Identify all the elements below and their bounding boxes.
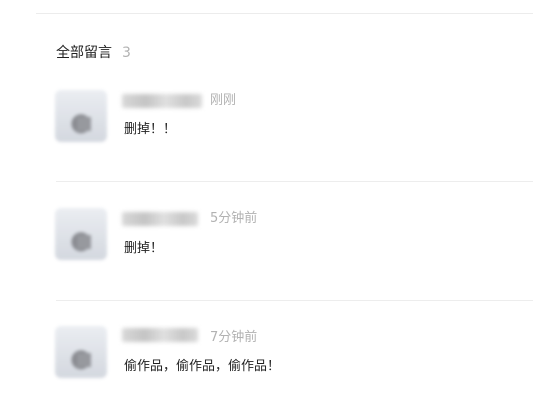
top-divider	[36, 13, 533, 14]
comments-header: 全部留言 3	[56, 44, 131, 62]
comment-time: 5分钟前	[210, 211, 258, 226]
comments-count: 3	[122, 45, 131, 61]
commenter-name[interactable]	[122, 212, 198, 226]
commenter-avatar[interactable]	[55, 208, 107, 260]
comment-time: 7分钟前	[210, 330, 258, 345]
commenter-avatar[interactable]	[55, 326, 107, 378]
comments-page: 全部留言 3 刚刚 删掉！！ 5分钟前 删掉！ 7分钟前 偷作品，偷作品，偷作品！	[0, 0, 533, 404]
commenter-avatar[interactable]	[55, 90, 107, 142]
comment-text: 偷作品，偷作品，偷作品！	[124, 359, 281, 374]
comment-text: 删掉！！	[124, 122, 177, 137]
commenter-name[interactable]	[122, 94, 202, 108]
comments-title: 全部留言	[56, 45, 112, 61]
comment-text: 删掉！	[124, 241, 164, 256]
comment-time: 刚刚	[210, 93, 237, 108]
comment-divider	[56, 181, 533, 182]
commenter-name[interactable]	[122, 328, 198, 342]
comment-divider	[56, 300, 533, 301]
